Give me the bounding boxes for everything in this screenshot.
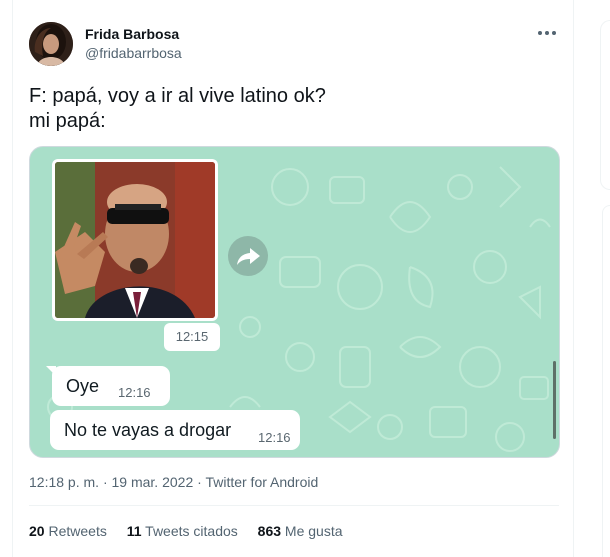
quote-tweets-stat[interactable]: 11 Tweets citados: [127, 523, 238, 539]
likes-label: Me gusta: [284, 523, 343, 539]
tweet-date[interactable]: 19 mar. 2022: [112, 474, 194, 490]
likes-stat[interactable]: 863 Me gusta: [258, 523, 343, 539]
quotes-label: Tweets citados: [145, 523, 238, 539]
tweet-text-line: F: papá, voy a ir al vive latino ok?: [29, 85, 326, 107]
message-timestamp: 12:16: [118, 385, 151, 400]
tweet-media-image[interactable]: 12:15 Oye 12:16 No te vayas a drogar 12:…: [29, 146, 560, 458]
tweet-text: F: papá, voy a ir al vive latino ok? mi …: [29, 84, 326, 134]
tweet-time[interactable]: 12:18 p. m.: [29, 474, 99, 490]
quotes-count: 11: [126, 523, 142, 539]
more-horizontal-icon[interactable]: [535, 26, 559, 42]
tweet-text-line: mi papá:: [29, 110, 106, 132]
user-handle[interactable]: @fridabarrbosa: [85, 45, 182, 61]
tweet-meta: 12:18 p. m. · 19 mar. 2022 · Twitter for…: [29, 474, 318, 490]
retweets-count: 20: [29, 523, 45, 539]
tweet-source[interactable]: Twitter for Android: [205, 474, 318, 490]
retweets-stat[interactable]: 20 Retweets: [29, 523, 107, 539]
display-name[interactable]: Frida Barbosa: [85, 26, 179, 42]
chat-image-message[interactable]: [52, 159, 218, 321]
separator: ·: [197, 474, 202, 490]
chat-message[interactable]: Oye 12:16: [52, 366, 170, 406]
message-timestamp: 12:16: [258, 430, 291, 445]
divider: [29, 505, 559, 506]
image-timestamp: 12:15: [164, 323, 220, 351]
tweet-header: Frida Barbosa @fridabarrbosa: [29, 20, 559, 68]
likes-count: 863: [257, 523, 282, 539]
meme-photo: [55, 162, 215, 318]
avatar[interactable]: [29, 22, 73, 66]
message-text: No te vayas a drogar: [64, 420, 232, 440]
message-text: Oye: [66, 376, 100, 396]
separator: ·: [102, 474, 108, 490]
tweet-stats: 20 Retweets 11 Tweets citados 863 Me gus…: [29, 523, 359, 539]
chat-scrollbar[interactable]: [553, 361, 556, 439]
forward-arrow-icon[interactable]: [228, 236, 268, 276]
chat-message[interactable]: No te vayas a drogar 12:16: [50, 410, 300, 450]
retweets-label: Retweets: [48, 523, 107, 539]
tweet-card: Frida Barbosa @fridabarrbosa F: papá, vo…: [12, 0, 574, 557]
sidebar-card-edge: [600, 20, 610, 190]
sidebar-card-edge: [602, 205, 610, 557]
